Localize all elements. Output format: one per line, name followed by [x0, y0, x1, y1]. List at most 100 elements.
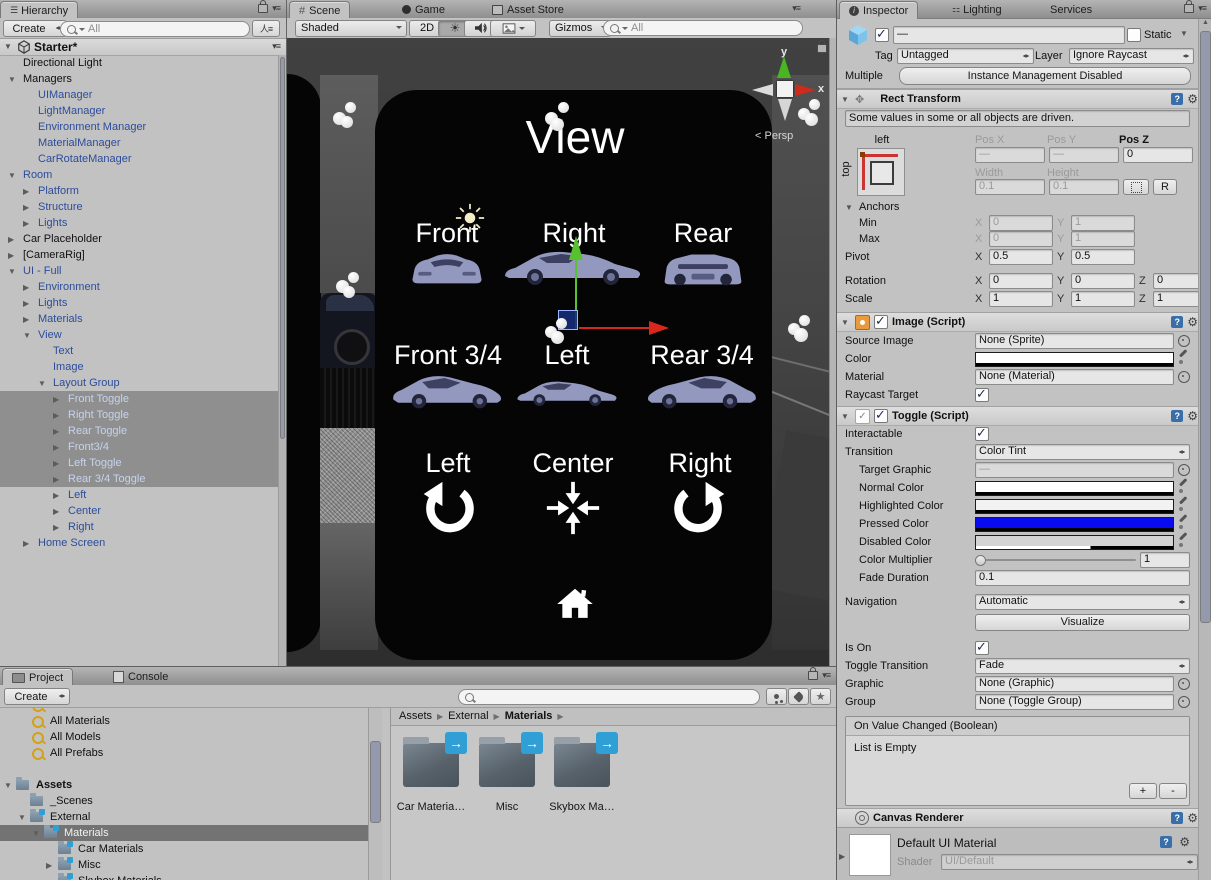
object-picker-icon[interactable]: [1178, 371, 1190, 383]
expand-arrow-icon[interactable]: ▶: [23, 187, 29, 196]
transition-dropdown[interactable]: Color Tint: [975, 444, 1190, 460]
rotate-left-label[interactable]: Left: [425, 448, 470, 479]
object-picker-icon[interactable]: [1178, 696, 1190, 708]
gizmo-y-cone[interactable]: [777, 56, 791, 78]
pressed-color-swatch[interactable]: [975, 517, 1174, 532]
project-item-assets[interactable]: ▼Assets: [0, 777, 368, 793]
active-checkbox[interactable]: [875, 28, 889, 42]
hierarchy-item-environment[interactable]: ▶Environment: [0, 279, 279, 295]
hierarchy-item-materials[interactable]: ▶Materials: [0, 311, 279, 327]
layer-dropdown[interactable]: Ignore Raycast: [1069, 48, 1194, 64]
object-picker-icon[interactable]: [1178, 464, 1190, 476]
expand-arrow-icon[interactable]: ▶: [23, 203, 29, 212]
expand-arrow-icon[interactable]: ▼: [8, 75, 16, 84]
scale-x-field[interactable]: 1: [989, 291, 1053, 307]
expand-arrow-icon[interactable]: ▶: [53, 411, 59, 420]
gizmos-dropdown[interactable]: Gizmos: [549, 20, 611, 37]
normal-color-swatch[interactable]: [975, 481, 1174, 496]
min-y-field[interactable]: 1: [1071, 215, 1135, 231]
rotate-ccw-icon[interactable]: [420, 480, 476, 536]
hierarchy-item-lights[interactable]: ▶Lights: [0, 295, 279, 311]
create-button[interactable]: Create: [4, 688, 70, 705]
hierarchy-item-directional-light[interactable]: Directional Light: [0, 55, 279, 71]
hierarchy-item-left[interactable]: ▶Left: [0, 487, 279, 503]
material-foldout-icon[interactable]: ▶: [839, 852, 849, 861]
rotation-x-field[interactable]: 0: [989, 273, 1053, 289]
hierarchy-item-layout-group[interactable]: ▼Layout Group: [0, 375, 279, 391]
interactable-checkbox[interactable]: [975, 427, 989, 441]
home-icon[interactable]: [556, 586, 594, 622]
front34-toggle-label[interactable]: Front 3/4: [394, 340, 502, 371]
hierarchy-item-room[interactable]: ▼Room: [0, 167, 279, 183]
hierarchy-scrollbar[interactable]: [278, 55, 286, 666]
expand-arrow-icon[interactable]: ▶: [53, 459, 59, 468]
project-item-all-models[interactable]: All Models: [0, 729, 368, 745]
component-enabled-checkbox[interactable]: [874, 315, 888, 329]
source-image-field[interactable]: None (Sprite): [975, 333, 1174, 349]
eyedropper-icon[interactable]: [1178, 500, 1190, 512]
anchors-foldout-icon[interactable]: ▼: [845, 203, 855, 212]
hierarchy-item-ui-full[interactable]: ▼UI - Full: [0, 263, 279, 279]
tab-services[interactable]: Services: [1041, 1, 1101, 18]
panel-menu-icon[interactable]: ▾≡: [792, 3, 800, 14]
hierarchy-item-center[interactable]: ▶Center: [0, 503, 279, 519]
project-item-all-materials[interactable]: All Materials: [0, 713, 368, 729]
visualize-button[interactable]: Visualize: [975, 614, 1190, 631]
directional-light-gizmo[interactable]: [455, 203, 485, 233]
hierarchy-item-view[interactable]: ▼View: [0, 327, 279, 343]
car-3q-front-icon[interactable]: [387, 368, 507, 412]
tag-dropdown[interactable]: Untagged: [897, 48, 1034, 64]
foldout-icon[interactable]: ▼: [841, 412, 851, 421]
hierarchy-item-front-toggle[interactable]: ▶Front Toggle: [0, 391, 279, 407]
hierarchy-item-home-screen[interactable]: ▶Home Screen: [0, 535, 279, 551]
scene-viewport[interactable]: View Front Right Rear Front 3/4 Left Rea…: [287, 38, 836, 666]
expand-arrow-icon[interactable]: ▶: [23, 299, 29, 308]
pos-y-field[interactable]: —: [1049, 147, 1119, 163]
expand-arrow-icon[interactable]: ▼: [8, 171, 16, 180]
color-multiplier-slider[interactable]: [975, 559, 1136, 561]
remove-event-button[interactable]: -: [1159, 783, 1187, 799]
gizmo-x-cone[interactable]: [795, 84, 816, 96]
rotate-cw-icon[interactable]: [672, 480, 728, 536]
toggle-transition-dropdown[interactable]: Fade: [975, 658, 1190, 674]
project-item-all-prefabs[interactable]: All Prefabs: [0, 745, 368, 761]
expand-arrow-icon[interactable]: ▼: [32, 829, 40, 838]
help-icon[interactable]: ?: [1171, 316, 1183, 328]
help-icon[interactable]: ?: [1171, 410, 1183, 422]
gear-icon[interactable]: ⚙: [1187, 316, 1198, 328]
rotation-y-field[interactable]: 0: [1071, 273, 1135, 289]
scene-search-input[interactable]: All: [603, 20, 803, 36]
lock-icon[interactable]: [1184, 4, 1194, 13]
instance-management-button[interactable]: Instance Management Disabled: [899, 67, 1191, 85]
panel-menu-icon[interactable]: ▾≡: [822, 670, 830, 681]
fade-duration-field[interactable]: 0.1: [975, 570, 1190, 586]
navigation-dropdown[interactable]: Automatic: [975, 594, 1190, 610]
eyedropper-icon[interactable]: [1178, 518, 1190, 530]
max-y-field[interactable]: 1: [1071, 231, 1135, 247]
scene-effects-button[interactable]: [490, 20, 536, 37]
expand-arrow-icon[interactable]: ▶: [23, 283, 29, 292]
color-multiplier-field[interactable]: 1: [1140, 552, 1190, 568]
breadcrumb-assets[interactable]: Assets: [399, 710, 432, 722]
panel-menu-icon[interactable]: ▾≡: [1198, 3, 1206, 14]
rotate-right-label[interactable]: Right: [668, 448, 731, 479]
help-icon[interactable]: ?: [1171, 93, 1183, 105]
expand-arrow-icon[interactable]: ▶: [8, 235, 14, 244]
hierarchy-item-materialmanager[interactable]: MaterialManager: [0, 135, 279, 151]
pivot-x-field[interactable]: 0.5: [989, 249, 1053, 265]
gizmo-x-label[interactable]: x: [818, 83, 824, 95]
expand-arrow-icon[interactable]: ▶: [46, 861, 52, 870]
scene-orientation-gizmo[interactable]: y x < Persp: [747, 40, 833, 150]
breadcrumb-materials[interactable]: Materials: [505, 710, 553, 722]
foldout-icon[interactable]: ▼: [841, 95, 851, 104]
project-item-scenes[interactable]: _Scenes: [0, 793, 368, 809]
hierarchy-item-environment-manager[interactable]: Environment Manager: [0, 119, 279, 135]
hierarchy-item-rear-3-4-toggle[interactable]: ▶Rear 3/4 Toggle: [0, 471, 279, 487]
graphic-field[interactable]: None (Graphic): [975, 676, 1174, 692]
hierarchy-item-right-toggle[interactable]: ▶Right Toggle: [0, 407, 279, 423]
hierarchy-item-platform[interactable]: ▶Platform: [0, 183, 279, 199]
move-gizmo-x-arrow[interactable]: [649, 321, 669, 335]
shader-dropdown[interactable]: UI/Default: [941, 854, 1198, 870]
gear-icon[interactable]: ⚙: [1179, 836, 1190, 848]
expand-arrow-icon[interactable]: ▶: [53, 523, 59, 532]
